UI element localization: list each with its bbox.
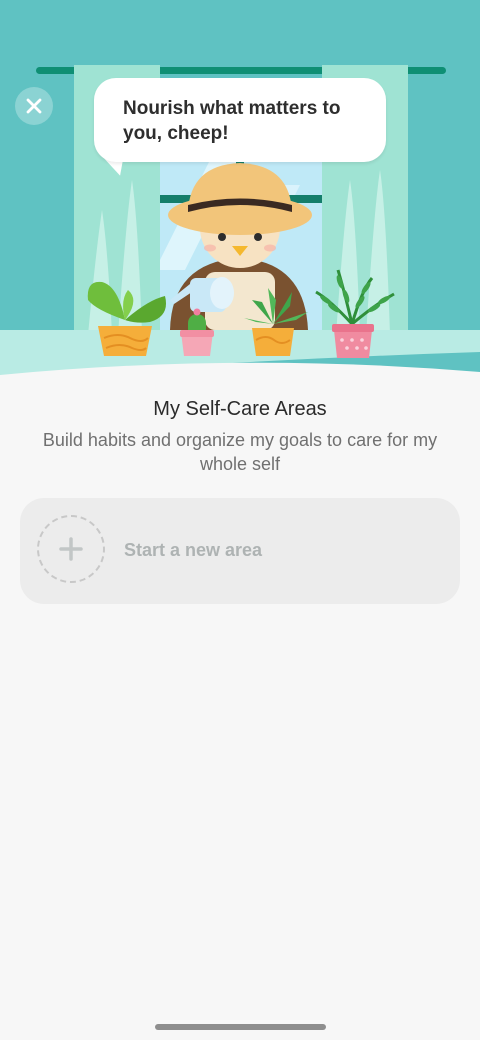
speech-text: Nourish what matters to you, cheep! <box>123 98 341 144</box>
hero-scene <box>0 0 480 380</box>
page-subtitle: Build habits and organize my goals to ca… <box>42 430 438 474</box>
start-new-area-button[interactable]: Start a new area <box>20 498 460 604</box>
plus-icon <box>59 537 83 561</box>
close-button[interactable] <box>15 87 53 125</box>
speech-bubble: Nourish what matters to you, cheep! <box>94 78 386 162</box>
hero-illustration <box>0 0 480 380</box>
page-title: My Self-Care Areas <box>153 398 327 420</box>
home-indicator[interactable] <box>155 1024 326 1030</box>
plus-circle <box>37 515 105 583</box>
pot-polka <box>334 330 372 358</box>
close-icon <box>26 98 42 114</box>
new-area-label: Start a new area <box>124 540 263 560</box>
